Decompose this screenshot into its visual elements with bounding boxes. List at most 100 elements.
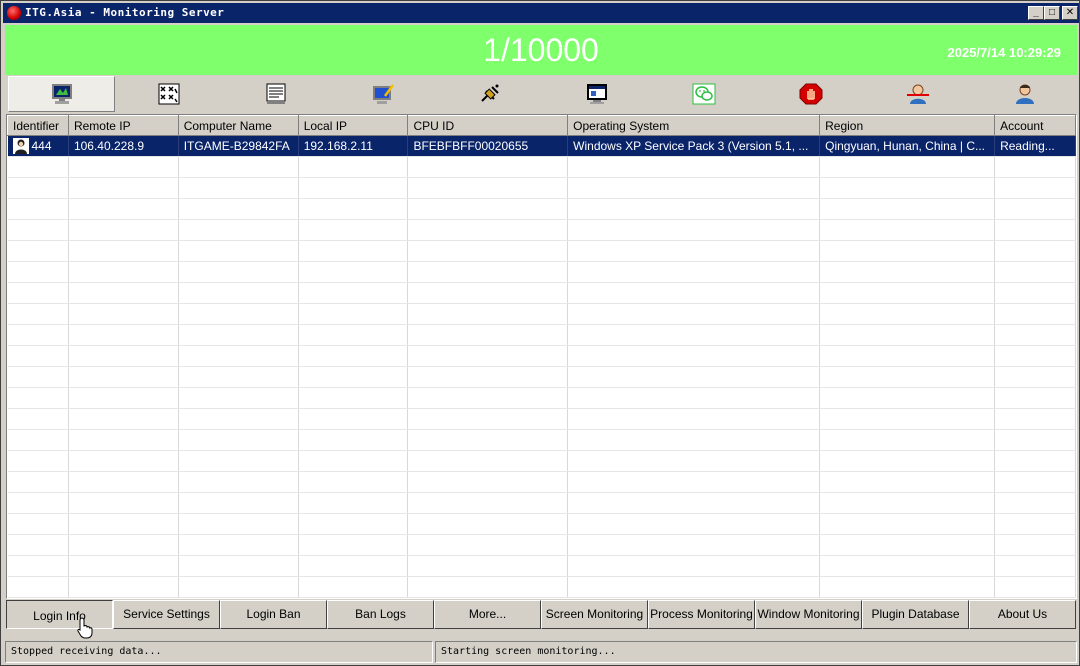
empty-cell [407, 513, 569, 535]
empty-cell [178, 324, 299, 346]
empty-cell [7, 597, 69, 598]
empty-cell [68, 345, 179, 367]
column-header-operating-system[interactable]: Operating System [567, 115, 821, 136]
tab-plugin-database[interactable]: Plugin Database [862, 600, 969, 629]
empty-table-row [7, 366, 1076, 388]
tab-login-ban[interactable]: Login Ban [220, 600, 327, 629]
toolbar-tab-wechat[interactable] [650, 76, 757, 112]
empty-cell [178, 240, 299, 262]
empty-cell [7, 555, 69, 577]
tab-process-monitoring[interactable]: Process Monitoring [648, 600, 755, 629]
toolbar-tab-pattern[interactable] [115, 76, 222, 112]
empty-cell [178, 198, 299, 220]
toolbar-tab-monitor-screen[interactable] [8, 76, 115, 112]
empty-table-row [7, 513, 1076, 535]
main-window: ITG.Asia - Monitoring Server _ □ ✕ 1/100… [0, 0, 1080, 666]
client-identifier: 444 [31, 139, 52, 153]
tab-service-settings[interactable]: Service Settings [113, 600, 220, 629]
tab-window-monitoring[interactable]: Window Monitoring [755, 600, 862, 629]
empty-cell [7, 345, 69, 367]
table-row[interactable]: 444 106.40.228.9 ITGAME-B29842FA 192.168… [7, 135, 1076, 157]
empty-cell [407, 282, 569, 304]
empty-table-row [7, 492, 1076, 514]
empty-cell [407, 345, 569, 367]
toolbar-tab-stop[interactable] [757, 76, 864, 112]
empty-cell [819, 471, 996, 493]
empty-cell [994, 534, 1076, 556]
column-header-account[interactable]: Account [994, 115, 1076, 136]
empty-table-row [7, 156, 1076, 178]
tab-about-us[interactable]: About Us [969, 600, 1076, 629]
empty-cell [298, 177, 409, 199]
empty-cell [407, 492, 569, 514]
empty-cell [407, 240, 569, 262]
toolbar-tab-satellite[interactable] [436, 76, 543, 112]
column-header-identifier[interactable]: Identifier [7, 115, 69, 136]
cell-operating-system: Windows XP Service Pack 3 (Version 5.1, … [567, 135, 821, 157]
empty-table-row [7, 408, 1076, 430]
cell-identifier: 444 [7, 135, 69, 157]
cell-local-ip: 192.168.2.11 [298, 135, 409, 157]
empty-table-row [7, 324, 1076, 346]
empty-cell [819, 513, 996, 535]
empty-cell [994, 492, 1076, 514]
toolbar-tab-monitor-edit[interactable] [329, 76, 436, 112]
title-bar[interactable]: ITG.Asia - Monitoring Server _ □ ✕ [3, 3, 1079, 23]
tab-ban-logs[interactable]: Ban Logs [327, 600, 434, 629]
tab-login-info[interactable]: Login Info [6, 600, 113, 629]
empty-table-row [7, 429, 1076, 451]
empty-cell [567, 156, 821, 178]
icon-toolbar [6, 76, 1076, 112]
empty-cell [7, 198, 69, 220]
empty-cell [298, 219, 409, 241]
toolbar-tab-document[interactable] [222, 76, 329, 112]
toolbar-tab-user-ban[interactable] [864, 76, 971, 112]
empty-cell [7, 177, 69, 199]
empty-cell [819, 576, 996, 598]
column-header-region[interactable]: Region [819, 115, 996, 136]
empty-cell [819, 429, 996, 451]
empty-cell [567, 534, 821, 556]
column-header-local-ip[interactable]: Local IP [297, 115, 409, 136]
close-button[interactable]: ✕ [1062, 6, 1078, 20]
column-header-computer-name[interactable]: Computer Name [177, 115, 299, 136]
empty-cell [7, 282, 69, 304]
empty-table-row [7, 282, 1076, 304]
empty-table-row [7, 576, 1076, 598]
empty-table-row [7, 597, 1076, 598]
empty-cell [68, 450, 179, 472]
empty-cell [7, 156, 69, 178]
empty-cell [298, 513, 409, 535]
status-banner: 1/10000 2025/7/14 10:29:29 [5, 25, 1077, 75]
column-header-remote-ip[interactable]: Remote IP [67, 115, 179, 136]
empty-cell [819, 408, 996, 430]
empty-cell [407, 366, 569, 388]
empty-cell [994, 240, 1076, 262]
tab-screen-monitoring[interactable]: Screen Monitoring [541, 600, 648, 629]
clients-table[interactable]: Identifier Remote IP Computer Name Local… [6, 114, 1077, 599]
empty-table-row [7, 471, 1076, 493]
toolbar-tab-window[interactable] [543, 76, 650, 112]
empty-cell [994, 408, 1076, 430]
empty-cell [68, 387, 179, 409]
empty-cell [7, 408, 69, 430]
empty-cell [298, 555, 409, 577]
cell-account: Reading... [994, 135, 1076, 157]
empty-cell [298, 366, 409, 388]
maximize-button[interactable]: □ [1044, 6, 1060, 20]
current-datetime: 2025/7/14 10:29:29 [947, 45, 1061, 60]
empty-cell [68, 513, 179, 535]
empty-cell [994, 366, 1076, 388]
toolbar-tab-user[interactable] [971, 76, 1078, 112]
empty-cell [819, 345, 996, 367]
empty-cell [298, 597, 409, 598]
empty-cell [407, 387, 569, 409]
empty-cell [68, 555, 179, 577]
bottom-tab-bar: Login Info Service Settings Login Ban Ba… [6, 600, 1077, 630]
tab-more[interactable]: More... [434, 600, 541, 629]
minimize-button[interactable]: _ [1028, 6, 1044, 20]
empty-cell [178, 219, 299, 241]
empty-cell [994, 345, 1076, 367]
column-header-cpu-id[interactable]: CPU ID [407, 115, 569, 136]
empty-cell [567, 597, 821, 598]
